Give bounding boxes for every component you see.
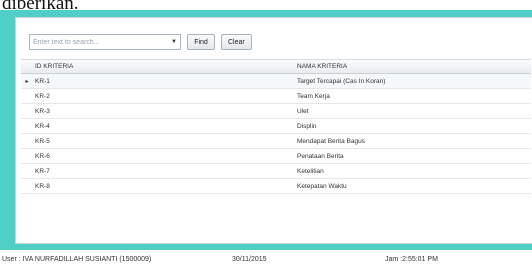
table-row[interactable]: ▸ KR-1 Target Tercapai (Cas In Koran) (21, 74, 531, 89)
cell-name[interactable]: Penataan Berita (297, 153, 531, 160)
table-row[interactable]: KR-3 Ulet (21, 104, 531, 119)
cell-name[interactable]: Displin (297, 123, 531, 130)
status-date: 30/11/2015 (232, 256, 267, 263)
search-toolbar: ▼ Find Clear (29, 34, 252, 50)
column-header-name[interactable]: NAMA KRITERIA (297, 63, 531, 70)
cell-id[interactable]: KR-7 (33, 168, 297, 175)
cell-name[interactable]: Mendapat Berita Bagus (297, 138, 531, 145)
cell-id[interactable]: KR-6 (33, 153, 297, 160)
cell-id[interactable]: KR-1 (33, 78, 297, 85)
cell-id[interactable]: KR-4 (33, 123, 297, 130)
clear-button[interactable]: Clear (221, 34, 252, 50)
table-row[interactable]: KR-8 Ketepatan Waktu (21, 179, 531, 194)
criteria-grid: ID KRITERIA NAMA KRITERIA ▸ KR-1 Target … (21, 59, 531, 239)
chevron-down-icon[interactable]: ▼ (170, 35, 178, 49)
cell-id[interactable]: KR-3 (33, 108, 297, 115)
cell-name[interactable]: Ketelitian (297, 168, 531, 175)
table-row[interactable]: KR-6 Penataan Berita (21, 149, 531, 164)
table-row[interactable]: KR-5 Mendapat Berita Bagus (21, 134, 531, 149)
cell-name[interactable]: Ketepatan Waktu (297, 183, 531, 190)
criteria-panel: ▼ Find Clear ID KRITERIA NAMA KRITERIA ▸… (15, 17, 532, 244)
search-input[interactable] (30, 36, 171, 48)
table-row[interactable]: KR-7 Ketelitian (21, 164, 531, 179)
status-bar: User : IVA NURFADILLAH SUSIANTI (1500009… (0, 253, 532, 267)
grid-header: ID KRITERIA NAMA KRITERIA (21, 59, 531, 74)
cell-id[interactable]: KR-5 (33, 138, 297, 145)
cell-name[interactable]: Target Tercapai (Cas In Koran) (297, 78, 531, 85)
find-button[interactable]: Find (187, 34, 215, 50)
cell-name[interactable]: Team Kerja (297, 93, 531, 100)
cell-name[interactable]: Ulet (297, 108, 531, 115)
table-row[interactable]: KR-2 Team Kerja (21, 89, 531, 104)
cell-id[interactable]: KR-2 (33, 93, 297, 100)
search-combobox[interactable]: ▼ (29, 34, 181, 50)
table-row[interactable]: KR-4 Displin (21, 119, 531, 134)
column-header-id[interactable]: ID KRITERIA (33, 63, 297, 70)
status-time: Jam :2:55:01 PM (385, 256, 438, 263)
row-selector-icon: ▸ (25, 78, 29, 85)
cell-id[interactable]: KR-8 (33, 183, 297, 190)
status-user: User : IVA NURFADILLAH SUSIANTI (1500009… (2, 256, 152, 263)
